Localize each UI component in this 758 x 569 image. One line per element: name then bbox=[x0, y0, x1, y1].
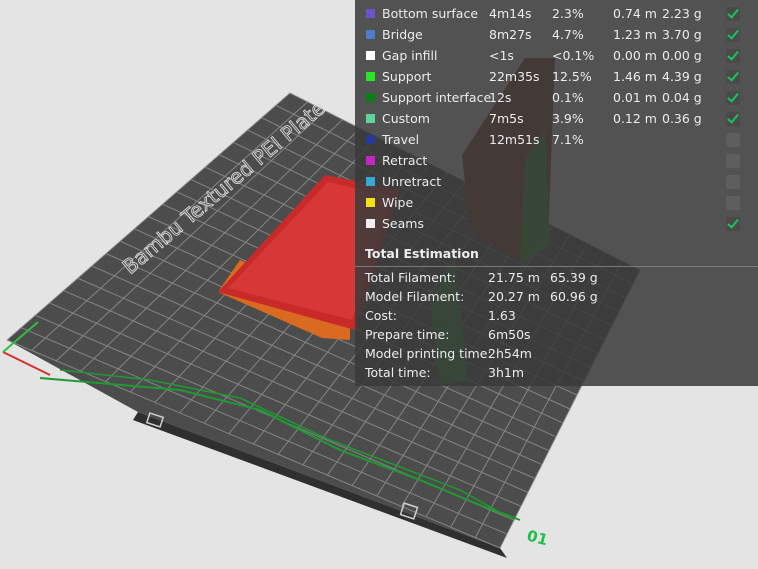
gcode-legend-panel: Bottom surface 4m14s 2.3% 0.74 m 2.23 g Bridg… bbox=[355, 0, 758, 386]
legend-time: 12s bbox=[489, 90, 512, 105]
estimation-value-secondary: 65.39 g bbox=[550, 270, 598, 285]
legend-label: Bridge bbox=[382, 27, 423, 42]
legend-color-swatch bbox=[366, 9, 375, 18]
legend-label: Support bbox=[382, 69, 432, 84]
legend-color-swatch bbox=[366, 177, 375, 186]
legend-color-swatch bbox=[366, 135, 375, 144]
estimation-row: Total Filament: 21.75 m 65.39 g bbox=[355, 268, 758, 287]
legend-weight: 3.70 g bbox=[662, 27, 702, 42]
legend-color-swatch bbox=[366, 72, 375, 81]
visibility-checkbox[interactable] bbox=[726, 49, 740, 63]
legend-length: 0.12 m bbox=[613, 111, 657, 126]
visibility-checkbox[interactable] bbox=[726, 175, 740, 189]
visibility-checkbox[interactable] bbox=[726, 154, 740, 168]
legend-row: Gap infill <1s <0.1% 0.00 m 0.00 g bbox=[355, 46, 758, 66]
visibility-checkbox[interactable] bbox=[726, 7, 740, 21]
legend-weight: 0.36 g bbox=[662, 111, 702, 126]
legend-row: Travel 12m51s 7.1% bbox=[355, 130, 758, 150]
legend-color-swatch bbox=[366, 219, 375, 228]
legend-time: 7m5s bbox=[489, 111, 524, 126]
legend-color-swatch bbox=[366, 93, 375, 102]
legend-percent: 7.1% bbox=[552, 132, 584, 147]
legend-length: 1.23 m bbox=[613, 27, 657, 42]
legend-weight: 0.00 g bbox=[662, 48, 702, 63]
legend-percent: 0.1% bbox=[552, 90, 584, 105]
legend-weight: 0.04 g bbox=[662, 90, 702, 105]
visibility-checkbox[interactable] bbox=[726, 70, 740, 84]
estimation-row: Prepare time: 6m50s bbox=[355, 325, 758, 344]
legend-label: Custom bbox=[382, 111, 430, 126]
visibility-checkbox[interactable] bbox=[726, 28, 740, 42]
estimation-value-secondary: 60.96 g bbox=[550, 289, 598, 304]
legend-color-swatch bbox=[366, 156, 375, 165]
legend-row: Retract bbox=[355, 151, 758, 171]
visibility-checkbox[interactable] bbox=[726, 196, 740, 210]
estimation-label: Cost: bbox=[365, 308, 398, 323]
estimation-value: 3h1m bbox=[488, 365, 525, 380]
legend-color-swatch bbox=[366, 114, 375, 123]
legend-percent: <0.1% bbox=[552, 48, 595, 63]
legend-row: Support 22m35s 12.5% 1.46 m 4.39 g bbox=[355, 67, 758, 87]
legend-row: Custom 7m5s 3.9% 0.12 m 0.36 g bbox=[355, 109, 758, 129]
legend-label: Unretract bbox=[382, 174, 442, 189]
estimation-row: Model Filament: 20.27 m 60.96 g bbox=[355, 287, 758, 306]
legend-row: Seams bbox=[355, 214, 758, 234]
legend-label: Retract bbox=[382, 153, 428, 168]
legend-time: 12m51s bbox=[489, 132, 540, 147]
legend-length: 1.46 m bbox=[613, 69, 657, 84]
legend-label: Travel bbox=[382, 132, 420, 147]
estimation-row: Model printing time: 2h54m bbox=[355, 344, 758, 363]
legend-percent: 3.9% bbox=[552, 111, 584, 126]
estimation-value: 21.75 m bbox=[488, 270, 540, 285]
estimation-label: Model Filament: bbox=[365, 289, 465, 304]
estimation-label: Total time: bbox=[365, 365, 431, 380]
legend-length: 0.74 m bbox=[613, 6, 657, 21]
legend-label: Support interface bbox=[382, 90, 492, 105]
legend-label: Bottom surface bbox=[382, 6, 479, 21]
total-estimation-title: Total Estimation bbox=[365, 246, 479, 261]
estimation-label: Model printing time: bbox=[365, 346, 492, 361]
estimation-value: 2h54m bbox=[488, 346, 532, 361]
legend-length: 0.01 m bbox=[613, 90, 657, 105]
estimation-value: 6m50s bbox=[488, 327, 531, 342]
estimation-value: 1.63 bbox=[488, 308, 516, 323]
legend-label: Seams bbox=[382, 216, 424, 231]
estimation-label: Prepare time: bbox=[365, 327, 450, 342]
legend-color-swatch bbox=[366, 198, 375, 207]
legend-time: 22m35s bbox=[489, 69, 540, 84]
legend-time: <1s bbox=[489, 48, 514, 63]
legend-label: Gap infill bbox=[382, 48, 438, 63]
legend-weight: 4.39 g bbox=[662, 69, 702, 84]
legend-label: Wipe bbox=[382, 195, 414, 210]
visibility-checkbox[interactable] bbox=[726, 217, 740, 231]
estimation-divider bbox=[355, 266, 758, 267]
visibility-checkbox[interactable] bbox=[726, 133, 740, 147]
plate-number: 01 bbox=[525, 526, 550, 549]
legend-percent: 12.5% bbox=[552, 69, 592, 84]
legend-color-swatch bbox=[366, 30, 375, 39]
legend-row: Wipe bbox=[355, 193, 758, 213]
legend-row: Unretract bbox=[355, 172, 758, 192]
estimation-row: Cost: 1.63 bbox=[355, 306, 758, 325]
visibility-checkbox[interactable] bbox=[726, 112, 740, 126]
legend-row: Support interface 12s 0.1% 0.01 m 0.04 g bbox=[355, 88, 758, 108]
estimation-row: Total time: 3h1m bbox=[355, 363, 758, 382]
legend-length: 0.00 m bbox=[613, 48, 657, 63]
legend-time: 4m14s bbox=[489, 6, 532, 21]
legend-time: 8m27s bbox=[489, 27, 532, 42]
estimation-value: 20.27 m bbox=[488, 289, 540, 304]
legend-row: Bottom surface 4m14s 2.3% 0.74 m 2.23 g bbox=[355, 4, 758, 24]
legend-percent: 2.3% bbox=[552, 6, 584, 21]
legend-color-swatch bbox=[366, 51, 375, 60]
legend-row: Bridge 8m27s 4.7% 1.23 m 3.70 g bbox=[355, 25, 758, 45]
estimation-label: Total Filament: bbox=[365, 270, 456, 285]
legend-percent: 4.7% bbox=[552, 27, 584, 42]
visibility-checkbox[interactable] bbox=[726, 91, 740, 105]
legend-weight: 2.23 g bbox=[662, 6, 702, 21]
